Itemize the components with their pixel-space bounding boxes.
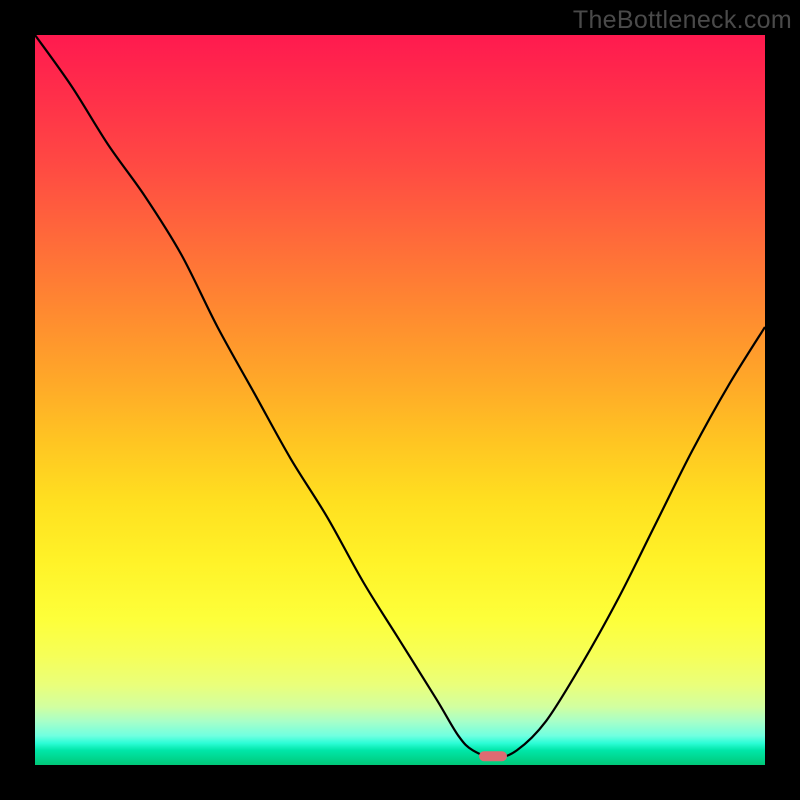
optimum-marker bbox=[479, 751, 507, 761]
curve-svg bbox=[35, 35, 765, 765]
plot-area bbox=[35, 35, 765, 765]
bottleneck-curve-path bbox=[35, 35, 765, 758]
watermark-text: TheBottleneck.com bbox=[573, 6, 792, 35]
